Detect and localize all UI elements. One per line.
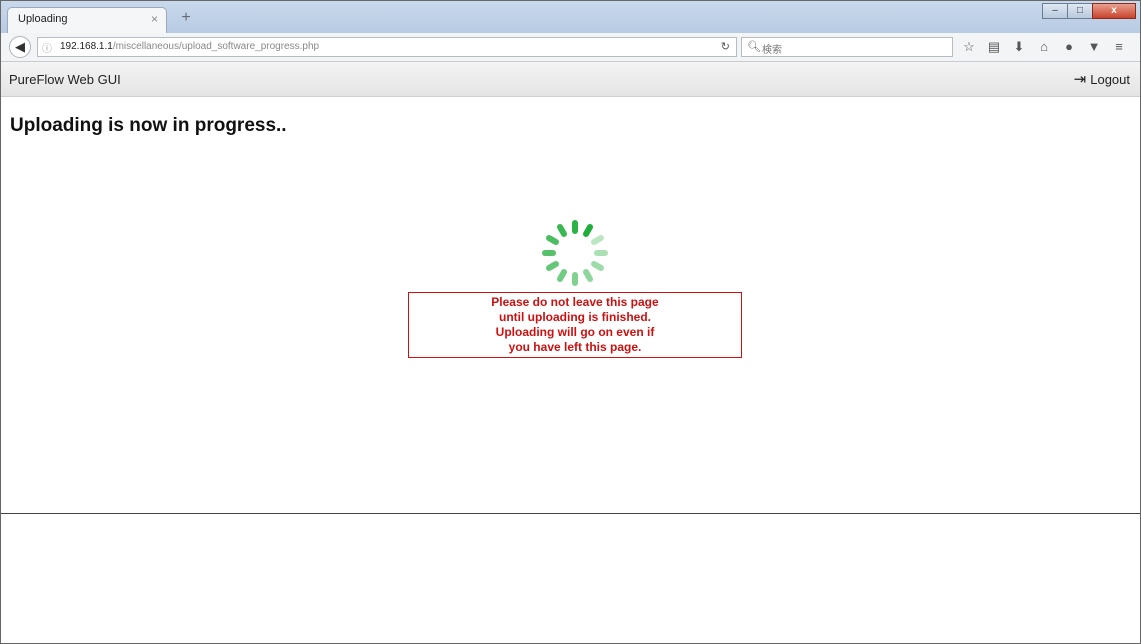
title-bar: Uploading × + ‒ □ x [1, 1, 1140, 33]
back-arrow-icon[interactable]: ◀ [9, 36, 31, 58]
chat-icon[interactable]: ● [1059, 39, 1079, 55]
spinner-segment [572, 272, 578, 286]
navigation-bar: ◀ ⓘ 192.168.1.1/miscellaneous/upload_sof… [1, 33, 1140, 62]
url-host: 192.168.1.1 [60, 41, 113, 52]
close-window-button[interactable]: x [1092, 3, 1136, 19]
minimize-button[interactable]: ‒ [1042, 3, 1068, 19]
url-path: /miscellaneous/upload_software_progress.… [112, 41, 320, 52]
spinner-segment [583, 224, 593, 237]
page-title: Uploading is now in progress.. [10, 115, 287, 136]
maximize-button[interactable]: □ [1067, 3, 1093, 19]
notice-line: until uploading is finished. [499, 310, 651, 324]
notice-line: you have left this page. [508, 340, 642, 354]
spinner-segment [557, 269, 567, 282]
browser-window: Uploading × + ‒ □ x ◀ ⓘ 192.168.1.1/misc… [0, 0, 1141, 644]
app-header: PureFlow Web GUI ⇥ Logout [1, 62, 1140, 97]
info-icon[interactable]: ⓘ [42, 40, 52, 55]
search-input[interactable]: 🔍︎ 検索 [741, 37, 953, 57]
spinner-segment [583, 269, 593, 282]
search-placeholder: 検索 [762, 45, 782, 56]
home-icon[interactable]: ⌂ [1034, 39, 1054, 55]
spinner-segment [546, 261, 559, 271]
reload-icon[interactable]: ↻ [721, 40, 730, 53]
upload-warning-notice: Please do not leave this page until uplo… [408, 292, 742, 358]
bookmarks-icon[interactable]: ▤ [984, 39, 1004, 55]
brand-link[interactable]: PureFlow Web GUI [9, 72, 121, 87]
spinner-segment [591, 235, 604, 245]
notice-line: Uploading will go on even if [495, 325, 655, 339]
spinner-segment [546, 235, 559, 245]
browser-tab[interactable]: Uploading × [7, 7, 167, 33]
spinner-segment [557, 224, 567, 237]
menu-icon[interactable]: ≡ [1109, 39, 1129, 55]
notice-line: Please do not leave this page [491, 295, 659, 309]
tab-close-button[interactable]: × [151, 12, 158, 26]
tab-title: Uploading [18, 13, 68, 25]
spinner-segment [542, 250, 556, 256]
window-controls: ‒ □ x [1042, 3, 1136, 19]
logout-icon: ⇥ [1073, 71, 1087, 88]
logout-label: Logout [1090, 71, 1130, 87]
loading-spinner-icon [542, 220, 608, 286]
footer-divider [1, 513, 1140, 514]
download-icon[interactable]: ⬇ [1009, 39, 1029, 55]
address-bar[interactable]: ⓘ 192.168.1.1/miscellaneous/upload_softw… [37, 37, 737, 57]
spinner-segment [591, 261, 604, 271]
star-icon[interactable]: ☆ [959, 39, 979, 55]
logout-button[interactable]: ⇥ Logout [1074, 70, 1130, 88]
spinner-segment [572, 220, 578, 234]
pocket-icon[interactable]: ▼ [1084, 39, 1104, 55]
search-icon: 🔍︎ [747, 41, 761, 53]
url-text: 192.168.1.1/miscellaneous/upload_softwar… [60, 41, 319, 52]
spinner-segment [594, 250, 608, 256]
browser-toolbar: ☆ ▤ ⬇ ⌂ ● ▼ ≡ [959, 39, 1134, 55]
new-tab-button[interactable]: + [177, 9, 195, 27]
